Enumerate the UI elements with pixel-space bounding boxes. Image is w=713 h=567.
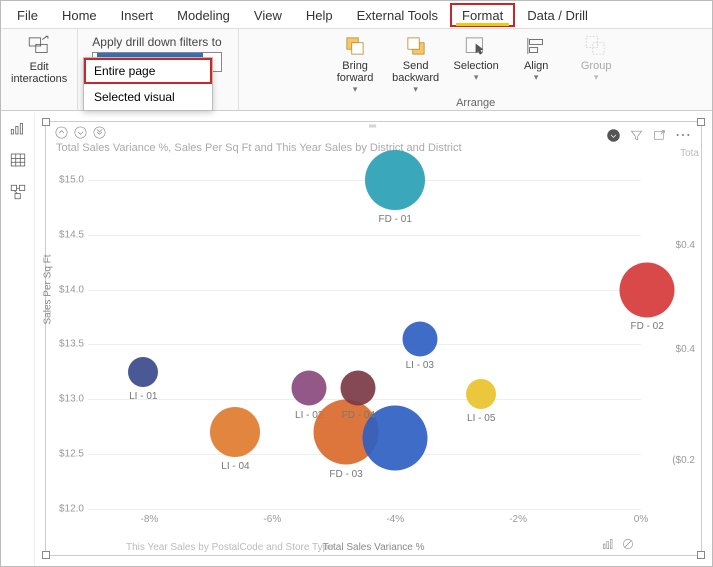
x-tick: -6% [263,514,281,525]
y-tick: $12.5 [48,449,84,460]
drill-mode-icon[interactable] [606,128,621,143]
bubble-label: FD - 01 [379,214,412,225]
drill-up-icon[interactable] [54,125,69,140]
align-label: Align [524,60,548,72]
y-tick: $14.0 [48,284,84,295]
bring-forward-icon [342,33,368,59]
visual-interaction-icons [601,537,635,551]
view-rail [1,113,35,566]
y-tick: $14.5 [48,229,84,240]
tab-file[interactable]: File [5,3,50,27]
bubble-FD-01[interactable] [365,150,425,210]
bubble-label: LI - 04 [221,461,249,472]
send-backward-label: Send backward [392,60,439,84]
chevron-down-icon: ▾ [413,84,418,95]
x-axis-title: Total Sales Variance % [322,542,424,553]
x-tick: -4% [386,514,404,525]
bubble-label: LI - 01 [129,391,157,402]
arrange-group-title: Arrange [456,97,495,109]
bubble-label: FD - 04 [342,410,375,421]
y-tick: $13.0 [48,394,84,405]
tab-data-drill[interactable]: Data / Drill [515,3,600,27]
filter-icon[interactable] [629,128,644,143]
secondary-axis-title: Tota [680,148,699,159]
group-icon [583,33,609,59]
scatter-visual[interactable]: ═ ⋯ Total Sales Variance %, Sales Per Sq… [45,121,702,556]
arrange-group: Bring forward ▾ Send backward ▾ Selectio… [239,29,712,110]
secondary-axis: Tota $0.4 $0.4 ($0.2 [645,158,699,529]
align-icon [523,33,549,59]
report-canvas[interactable]: ═ ⋯ Total Sales Variance %, Sales Per Sq… [35,113,712,566]
resize-handle[interactable] [42,118,50,126]
bubble-LI-05[interactable] [466,379,496,409]
y-tick: $12.0 [48,504,84,515]
dropdown-option-entire-page[interactable]: Entire page [84,58,212,84]
secondary-chart-title: This Year Sales by PostalCode and Store … [126,542,334,553]
edit-interactions-group: Edit interactions [1,29,78,110]
expand-all-icon[interactable] [92,125,107,140]
selection-icon [463,33,489,59]
apply-filters-caption: Apply drill down filters to [92,35,221,49]
chevron-down-icon: ▾ [474,72,479,83]
tab-external-tools[interactable]: External Tools [345,3,450,27]
send-backward-icon [403,33,429,59]
none-icon[interactable] [621,537,635,551]
y-tick: $13.5 [48,339,84,350]
tab-home[interactable]: Home [50,3,109,27]
tab-view[interactable]: View [242,3,294,27]
send-backward-button[interactable]: Send backward ▾ [392,33,439,95]
chevron-down-icon: ▾ [534,72,539,83]
report-view-icon[interactable] [9,119,27,137]
edit-interactions-icon [26,33,52,59]
group-button: Group ▾ [573,33,619,95]
secondary-tick: $0.4 [676,344,695,355]
bubble-LI-01[interactable] [128,357,158,387]
chevron-down-icon: ▾ [594,72,599,83]
bring-forward-label: Bring forward [337,60,374,84]
bubble-FD-04[interactable] [341,371,376,406]
data-view-icon[interactable] [9,151,27,169]
tab-help[interactable]: Help [294,3,345,27]
drill-down-icon[interactable] [73,125,88,140]
bubble-label: LI - 05 [467,413,495,424]
visual-title: Total Sales Variance %, Sales Per Sq Ft … [56,142,691,154]
highlight-icon[interactable] [601,537,615,551]
bubble-LI-03[interactable] [402,321,437,356]
resize-handle[interactable] [697,551,705,559]
x-tick: -2% [509,514,527,525]
canvas-area: ═ ⋯ Total Sales Variance %, Sales Per Sq… [1,113,712,566]
plot-area: $15.0$14.5$14.0$13.5$13.0$12.5$12.0-8%-6… [88,158,641,509]
tab-insert[interactable]: Insert [109,3,166,27]
visual-drill-toolbar [54,125,107,140]
tab-modeling[interactable]: Modeling [165,3,242,27]
tab-format[interactable]: Format [450,3,515,27]
secondary-tick: ($0.2 [672,455,695,466]
x-tick: -8% [141,514,159,525]
selection-pane-button[interactable]: Selection ▾ [453,33,499,95]
edit-interactions-button[interactable]: Edit interactions [11,33,67,85]
model-view-icon[interactable] [9,183,27,201]
edit-interactions-label: Edit interactions [11,61,67,85]
resize-handle[interactable] [697,118,705,126]
selection-label: Selection [454,60,499,72]
group-label: Group [581,60,612,72]
focus-mode-icon[interactable] [652,128,667,143]
bubble-label: LI - 03 [406,360,434,371]
chevron-down-icon: ▾ [353,84,358,95]
align-button[interactable]: Align ▾ [513,33,559,95]
secondary-tick: $0.4 [676,240,695,251]
ribbon-tabs: File Home Insert Modeling View Help Exte… [1,1,712,29]
drill-filter-dropdown: Entire page Selected visual [83,57,213,111]
y-tick: $15.0 [48,174,84,185]
bubble-label: FD - 03 [329,469,362,480]
bring-forward-button[interactable]: Bring forward ▾ [332,33,378,95]
drag-grip-icon[interactable]: ═ [369,121,378,132]
resize-handle[interactable] [42,551,50,559]
dropdown-option-selected-visual[interactable]: Selected visual [84,84,212,110]
bubble-LI-04[interactable] [210,407,260,457]
bubble-LI-02[interactable] [292,371,327,406]
